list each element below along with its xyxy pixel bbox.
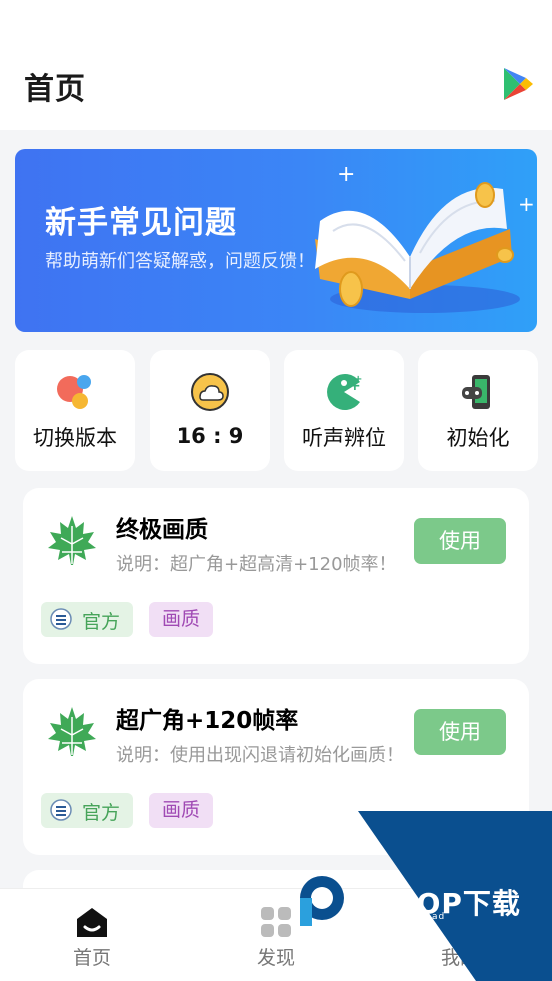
quick-label: 初始化 <box>446 426 510 450</box>
card-description: 说明：使用出现闪退请初始化画质！ <box>116 745 404 766</box>
quick-aspect-ratio[interactable]: 16 : 9 <box>150 350 270 471</box>
official-tag: 官方 <box>41 793 133 828</box>
official-logo-icon <box>50 799 72 821</box>
faq-banner[interactable]: + + 新手常见问题 帮助萌新们答疑解惑，问题反馈！ <box>15 149 537 332</box>
card-description: 说明：超广角+超高清+120帧率！ <box>116 554 397 575</box>
use-button[interactable]: 使用 <box>414 518 506 564</box>
discover-grid-icon <box>261 907 291 937</box>
tab-home[interactable]: 首页 <box>37 889 147 981</box>
tab-label: 发现 <box>256 947 295 969</box>
app-header: 首页 <box>0 0 552 130</box>
official-tag-label: 官方 <box>82 802 121 824</box>
card-title: 超广角+120帧率 <box>116 708 299 734</box>
tab-discover[interactable]: 发现 <box>221 889 331 981</box>
preset-card[interactable]: 超广角+120帧率 说明：使用出现闪退请初始化画质！ 使用 官方 画质 <box>23 679 529 855</box>
tab-label: 首页 <box>72 947 111 969</box>
banner-title: 新手常见问题 <box>45 205 237 241</box>
cloud-icon <box>191 373 229 411</box>
svg-text:+: + <box>337 162 355 187</box>
banner-subtitle: 帮助萌新们答疑解惑，问题反馈！ <box>45 251 315 272</box>
maple-leaf-icon <box>48 516 96 565</box>
quick-label: 16 : 9 <box>176 424 244 448</box>
page-title: 首页 <box>24 72 86 107</box>
preset-card[interactable]: 终极画质 说明：超广角+超高清+120帧率！ 使用 官方 画质 <box>23 488 529 664</box>
card-title: 终极画质 <box>116 517 208 543</box>
quick-label: 听声辨位 <box>302 426 386 450</box>
quick-switch-version[interactable]: 切换版本 <box>15 350 135 471</box>
gamepad-phone-icon <box>462 375 490 409</box>
watermark-subtext: PCPOP Download <box>354 912 446 922</box>
quick-sound-position[interactable]: + + 听声辨位 <box>284 350 404 471</box>
quick-initialize[interactable]: 初始化 <box>418 350 538 471</box>
svg-text:+: + <box>354 374 362 385</box>
home-icon <box>77 908 107 937</box>
google-play-icon[interactable] <box>502 66 534 102</box>
quality-tag: 画质 <box>149 793 213 828</box>
pacman-icon: + + <box>327 374 362 410</box>
svg-text:+: + <box>518 192 535 216</box>
maple-leaf-icon <box>48 707 96 756</box>
use-button[interactable]: 使用 <box>414 709 506 755</box>
tab-label: 我的 <box>440 947 479 969</box>
official-tag-label: 官方 <box>82 611 121 633</box>
official-tag: 官方 <box>41 602 133 637</box>
quick-label: 切换版本 <box>33 426 117 450</box>
quality-tag: 画质 <box>149 602 213 637</box>
color-dots-icon <box>57 375 91 409</box>
official-logo-icon <box>50 608 72 630</box>
